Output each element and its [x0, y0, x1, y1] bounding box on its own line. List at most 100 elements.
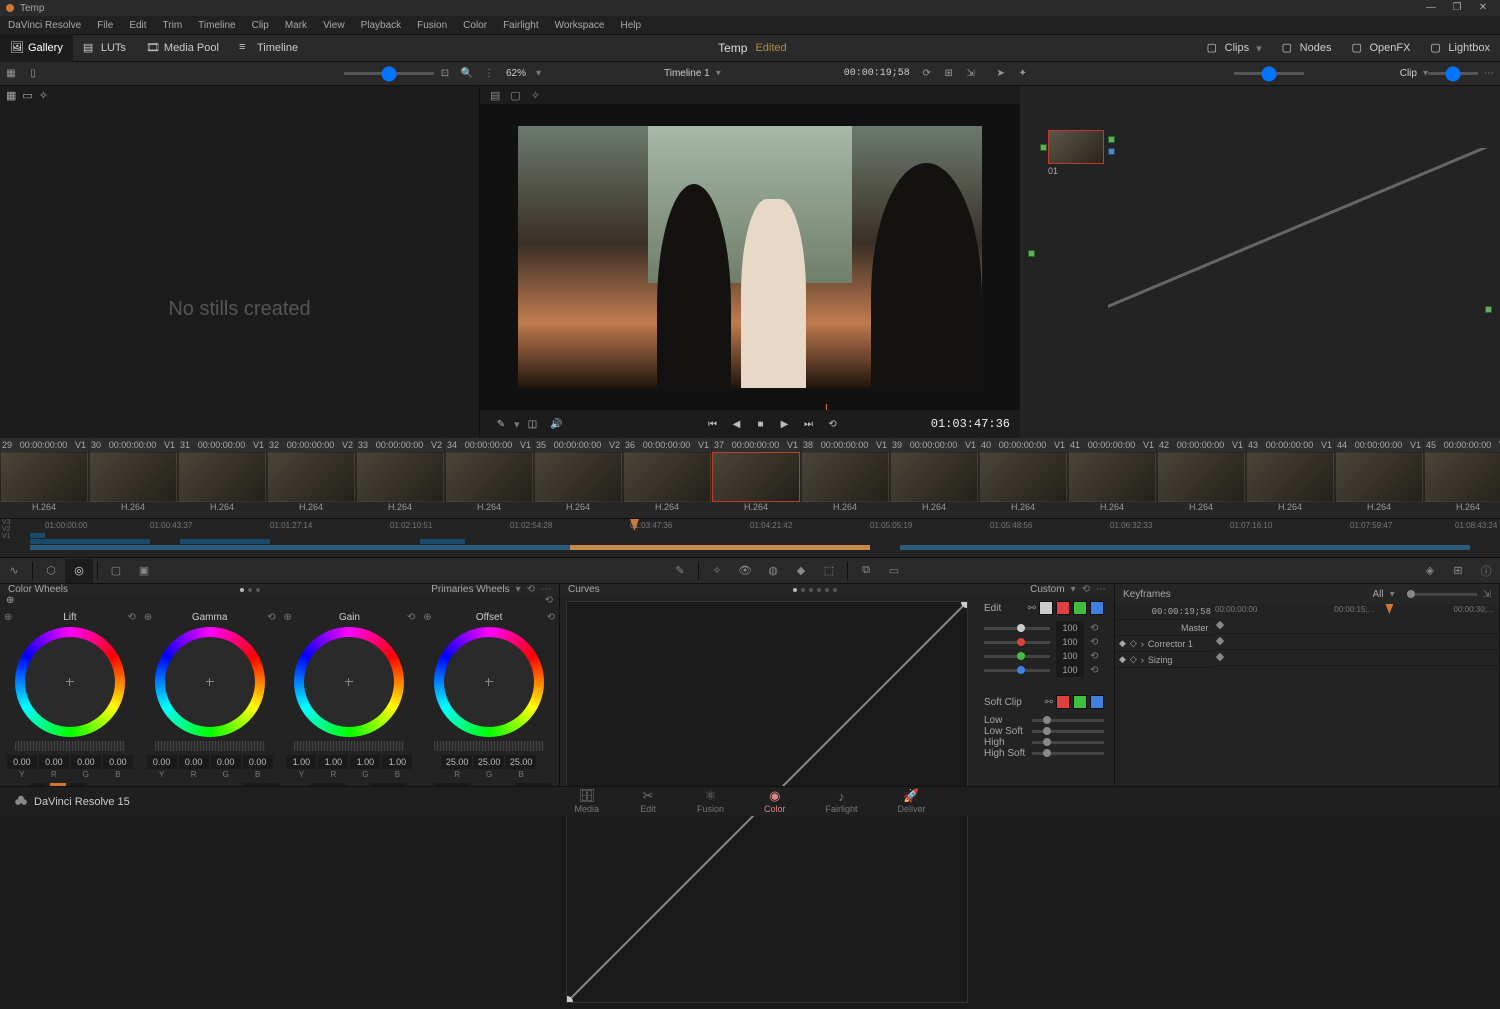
toolbar-openfx[interactable]: ▢OpenFX	[1341, 34, 1420, 62]
menu-help[interactable]: Help	[612, 18, 649, 33]
tool-key-icon[interactable]: ◆	[787, 559, 815, 583]
jog-wheel[interactable]	[294, 741, 404, 751]
menu-davinciresolve[interactable]: DaVinci Resolve	[0, 18, 89, 33]
toolbar-timeline[interactable]: ≡Timeline	[229, 34, 308, 62]
curves-reset-icon[interactable]: ⟲	[1082, 584, 1090, 595]
sc-r-button[interactable]	[1056, 695, 1070, 709]
kf-row-master[interactable]: Master	[1115, 620, 1215, 636]
tool-sizing-icon[interactable]: ⬚	[815, 559, 843, 583]
page-edit[interactable]: ✂Edit	[639, 789, 657, 814]
kf-row-sizing[interactable]: ◆◇›Sizing	[1115, 652, 1215, 668]
page-fairlight[interactable]: ♪Fairlight	[826, 789, 858, 814]
eyedropper-icon[interactable]: ✎	[490, 413, 512, 435]
kf-zoom-slider[interactable]	[1407, 593, 1477, 596]
jog-wheel[interactable]	[434, 741, 544, 751]
curves-options-icon[interactable]: ⋯	[1096, 584, 1106, 595]
menu-playback[interactable]: Playback	[353, 18, 410, 33]
tool-adjust-icon[interactable]: ✎	[666, 559, 694, 583]
color-wheel[interactable]	[294, 627, 404, 737]
wheel-reset-icon[interactable]: ⟲	[127, 612, 135, 623]
wheel-value[interactable]: 0.00	[211, 755, 241, 769]
wheel-reset-icon[interactable]: ⟲	[547, 612, 555, 623]
wheels-page-dots[interactable]	[240, 588, 260, 592]
curves-mode[interactable]: Custom	[1030, 584, 1064, 595]
sc-b-button[interactable]	[1090, 695, 1104, 709]
toolbar-nodes[interactable]: ▢Nodes	[1272, 34, 1342, 62]
softclip-slider[interactable]: Low	[984, 715, 1104, 726]
kf-timecode[interactable]: 00:00:19;58	[1115, 604, 1215, 620]
menu-edit[interactable]: Edit	[121, 18, 154, 33]
softclip-slider[interactable]: Low Soft	[984, 726, 1104, 737]
reset-icon[interactable]: ⟲	[1090, 665, 1104, 676]
toolbar-clips[interactable]: ▢Clips▾	[1197, 34, 1272, 62]
node-input-dot[interactable]	[1040, 144, 1047, 151]
viewer-mode-icon[interactable]: ▦	[0, 64, 22, 84]
wheel-bw-icon[interactable]: ⊕	[6, 595, 14, 606]
kf-row-corrector[interactable]: ◆◇›Corrector 1	[1115, 636, 1215, 652]
clip-thumbnail[interactable]: 4000:00:00:00V1H.264	[979, 438, 1067, 518]
clip-thumbnail[interactable]: 4400:00:00:00V1H.264	[1335, 438, 1423, 518]
color-wheel[interactable]	[434, 627, 544, 737]
page-media[interactable]: 🗄Media	[574, 789, 599, 814]
channel-y-button[interactable]	[1039, 601, 1053, 615]
wheels-mode[interactable]: Primaries Wheels	[431, 584, 509, 595]
clip-thumbnail[interactable]: 3600:00:00:00V1H.264	[623, 438, 711, 518]
node-zoom-slider[interactable]	[1234, 72, 1304, 75]
menu-color[interactable]: Color	[455, 18, 495, 33]
clip-thumbnail[interactable]: 3800:00:00:00V1H.264	[801, 438, 889, 518]
intensity-slider[interactable]: 100⟲	[984, 663, 1104, 677]
tool-wheels-icon[interactable]: ◎	[65, 559, 93, 583]
tool-tracking-icon[interactable]: ▣	[130, 559, 158, 583]
menu-fairlight[interactable]: Fairlight	[495, 18, 547, 33]
wheel-picker-icon[interactable]: ⊕	[284, 612, 292, 623]
wheel-reset-all-icon[interactable]: ⟲	[545, 595, 553, 606]
step-back-icon[interactable]: ◀	[726, 413, 748, 435]
menu-timeline[interactable]: Timeline	[190, 18, 243, 33]
clip-thumbnail[interactable]: 3000:00:00:00V1H.264	[89, 438, 177, 518]
clip-label[interactable]: Clip	[1394, 68, 1423, 79]
tool-stereo-icon[interactable]: ⧉	[852, 559, 880, 583]
tool-data-icon[interactable]: ▭	[880, 559, 908, 583]
mini-timeline[interactable]: 01:00:00:0001:00:43:3701:01:27:1401:02:1…	[0, 518, 1500, 558]
sc-g-button[interactable]	[1073, 695, 1087, 709]
menu-trim[interactable]: Trim	[155, 18, 191, 33]
reset-icon[interactable]: ⟲	[1090, 623, 1104, 634]
tool-curves-icon[interactable]: ∿	[0, 559, 28, 583]
jog-wheel[interactable]	[15, 741, 125, 751]
node-graph[interactable]: 01	[1020, 86, 1500, 438]
wheel-value[interactable]: 0.00	[71, 755, 101, 769]
minimize-button[interactable]: —	[1418, 0, 1444, 16]
wheel-value[interactable]: 0.00	[103, 755, 133, 769]
wheel-value[interactable]: 0.00	[7, 755, 37, 769]
close-button[interactable]: ✕	[1470, 0, 1496, 16]
clip-thumbnail[interactable]: 3300:00:00:00V2H.264	[356, 438, 444, 518]
toolbar-luts[interactable]: ▤LUTs	[73, 34, 136, 62]
page-deliver[interactable]: 🚀Deliver	[898, 789, 926, 814]
menu-mark[interactable]: Mark	[277, 18, 315, 33]
clip-thumbnail[interactable]: 4200:00:00:00V1H.264	[1157, 438, 1245, 518]
wheel-value[interactable]: 0.00	[243, 755, 273, 769]
gang-icon[interactable]: ⚯	[1028, 603, 1036, 614]
tool-info-icon[interactable]: ⓘ	[1472, 559, 1500, 583]
goto-start-icon[interactable]: ⏮	[702, 413, 724, 435]
play-icon[interactable]: ▶	[774, 413, 796, 435]
reset-icon[interactable]: ⟲	[1090, 637, 1104, 648]
node-aux-dot[interactable]	[1028, 250, 1035, 257]
menu-workspace[interactable]: Workspace	[547, 18, 613, 33]
softclip-slider[interactable]: High	[984, 737, 1104, 748]
viewer-scrubber[interactable]	[480, 404, 1020, 410]
keyframes-filter[interactable]: All	[1372, 589, 1383, 600]
softclip-gang-icon[interactable]: ⚯	[1045, 697, 1053, 708]
wheel-value[interactable]: 1.00	[318, 755, 348, 769]
reset-icon[interactable]: ⟲	[1090, 651, 1104, 662]
node-options-icon[interactable]: ⋯	[1478, 64, 1500, 84]
stop-icon[interactable]: ■	[750, 413, 772, 435]
goto-end-icon[interactable]: ⏭	[798, 413, 820, 435]
split-icon[interactable]: ◫	[522, 413, 544, 435]
viewer-opt2-icon[interactable]: ▢	[510, 89, 520, 102]
clip-thumbnail[interactable]: 3200:00:00:00V2H.264	[267, 438, 355, 518]
wheel-value[interactable]: 25.00	[506, 755, 536, 769]
tool-scopes-icon[interactable]: ⊞	[1444, 559, 1472, 583]
gallery-view1-icon[interactable]: ▦	[6, 89, 16, 102]
wheel-value[interactable]: 0.00	[147, 755, 177, 769]
